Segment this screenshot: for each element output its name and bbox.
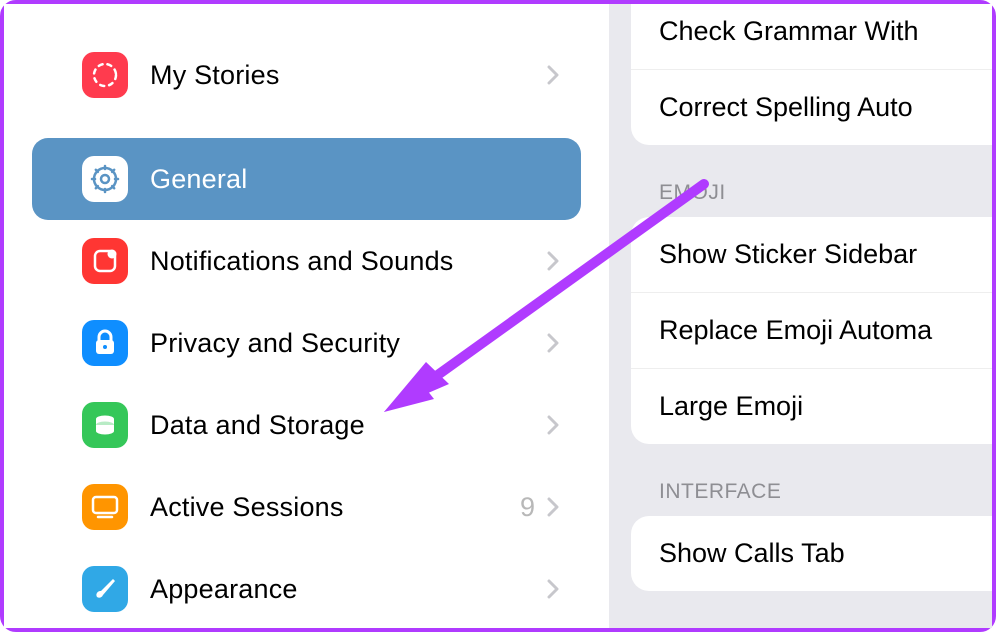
sessions-count-badge: 9 (520, 492, 535, 523)
stories-icon (82, 52, 128, 98)
sidebar-item-general[interactable]: General (32, 138, 581, 220)
database-icon (82, 402, 128, 448)
row-show-calls-tab[interactable]: Show Calls Tab (631, 516, 992, 591)
bell-icon (82, 238, 128, 284)
sidebar-item-data-storage[interactable]: Data and Storage (32, 384, 581, 466)
gear-icon (82, 156, 128, 202)
row-replace-emoji[interactable]: Replace Emoji Automa (631, 293, 992, 369)
sidebar-item-appearance[interactable]: Appearance (32, 548, 581, 630)
sidebar-item-label: Appearance (150, 574, 545, 605)
sidebar-item-label: Active Sessions (150, 492, 520, 523)
sidebar-item-label: My Stories (150, 60, 545, 91)
chevron-right-icon (545, 495, 561, 519)
spelling-section: Check Grammar With Correct Spelling Auto (631, 4, 992, 145)
settings-detail-panel: Check Grammar With Correct Spelling Auto… (609, 4, 992, 628)
sidebar-item-my-stories[interactable]: My Stories (32, 34, 581, 116)
emoji-section: Show Sticker Sidebar Replace Emoji Autom… (631, 217, 992, 444)
row-correct-spelling[interactable]: Correct Spelling Auto (631, 70, 992, 145)
row-sticker-sidebar[interactable]: Show Sticker Sidebar (631, 217, 992, 293)
sidebar-item-notifications[interactable]: Notifications and Sounds (32, 220, 581, 302)
sidebar-item-label: Data and Storage (150, 410, 545, 441)
sidebar-item-active-sessions[interactable]: Active Sessions 9 (32, 466, 581, 548)
row-check-grammar[interactable]: Check Grammar With (631, 4, 992, 70)
sidebar-item-label: Notifications and Sounds (150, 246, 545, 277)
sidebar-item-label: Privacy and Security (150, 328, 545, 359)
settings-sidebar: My Stories (4, 4, 609, 628)
chevron-right-icon (545, 577, 561, 601)
chevron-right-icon (545, 331, 561, 355)
brush-icon (82, 566, 128, 612)
interface-section: Show Calls Tab (631, 516, 992, 591)
chevron-right-icon (545, 413, 561, 437)
lock-icon (82, 320, 128, 366)
sidebar-item-privacy[interactable]: Privacy and Security (32, 302, 581, 384)
chevron-right-icon (545, 249, 561, 273)
interface-section-header: INTERFACE (609, 444, 992, 516)
monitor-icon (82, 484, 128, 530)
chevron-right-icon (545, 63, 561, 87)
sidebar-item-label: General (150, 164, 561, 195)
row-large-emoji[interactable]: Large Emoji (631, 369, 992, 444)
emoji-section-header: EMOJI (609, 145, 992, 217)
